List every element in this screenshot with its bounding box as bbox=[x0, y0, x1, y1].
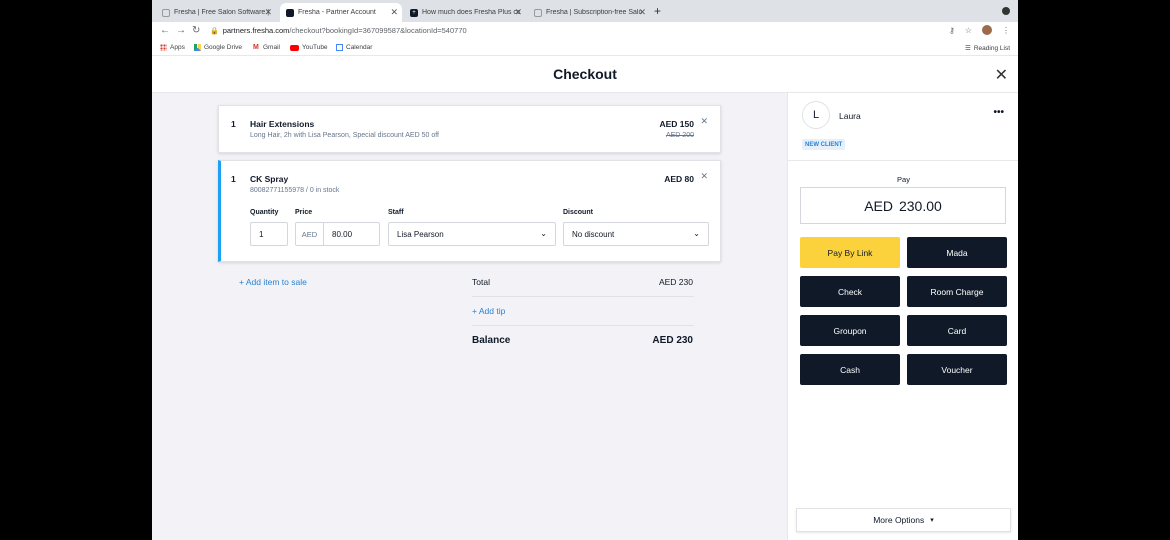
remove-item-icon[interactable]: ✕ bbox=[700, 171, 708, 182]
record-icon bbox=[1002, 7, 1010, 15]
new-client-badge: NEW CLIENT bbox=[802, 139, 846, 150]
pay-amount[interactable]: AED 230.00 bbox=[800, 187, 1006, 224]
payment-panel: L Laura ••• NEW CLIENT Pay AED 230.00 Pa… bbox=[787, 93, 1018, 540]
staff-select[interactable]: Lisa Pearson ⌄ bbox=[388, 222, 556, 246]
groupon-button[interactable]: Groupon bbox=[800, 315, 900, 346]
youtube-icon bbox=[290, 44, 299, 51]
chevron-down-icon: ▾ bbox=[930, 517, 934, 524]
divider bbox=[472, 296, 694, 297]
total-value: AED 230 bbox=[658, 277, 693, 287]
plus-favicon-icon: + bbox=[410, 8, 418, 17]
bookmark-gmail[interactable]: M Gmail bbox=[253, 44, 280, 51]
remove-item-icon[interactable]: ✕ bbox=[700, 116, 708, 127]
browser-tab[interactable]: Fresha | Subscription-free Salo ✕ bbox=[528, 3, 650, 22]
tab-close-icon[interactable]: ✕ bbox=[638, 7, 646, 18]
room-charge-button[interactable]: Room Charge bbox=[907, 276, 1007, 307]
discount-select[interactable]: No discount ⌄ bbox=[563, 222, 709, 246]
close-icon[interactable]: ✕ bbox=[995, 65, 1008, 85]
mada-button[interactable]: Mada bbox=[907, 237, 1007, 268]
browser-tab[interactable]: + How much does Fresha Plus co ✕ bbox=[404, 3, 526, 22]
gmail-icon: M bbox=[253, 44, 259, 51]
fresha-favicon-icon bbox=[286, 8, 294, 17]
quantity-label: Quantity bbox=[250, 209, 279, 216]
fresha-favicon-icon bbox=[162, 8, 170, 17]
checkout-header: Checkout ✕ bbox=[152, 57, 1018, 93]
item-name: Hair Extensions bbox=[250, 119, 315, 129]
bookmark-apps[interactable]: Apps bbox=[160, 44, 185, 51]
pay-by-link-button[interactable]: Pay By Link bbox=[800, 237, 900, 268]
bookmarks-bar: Apps Google Drive M Gmail YouTube Calend… bbox=[152, 40, 1018, 56]
client-menu-icon[interactable]: ••• bbox=[993, 107, 1004, 118]
checkout-app: Checkout ✕ 1 Hair Extensions Long Hair, … bbox=[152, 57, 1018, 540]
cart-item-hair-extensions[interactable]: 1 Hair Extensions Long Hair, 2h with Lis… bbox=[218, 105, 721, 153]
fresha-favicon-icon bbox=[534, 8, 542, 17]
item-name: CK Spray bbox=[250, 174, 289, 184]
google-drive-icon bbox=[194, 44, 201, 51]
voucher-button[interactable]: Voucher bbox=[907, 354, 1007, 385]
item-description: 80082771155978 / 0 in stock bbox=[250, 187, 340, 194]
browser-tab-active[interactable]: Fresha - Partner Account ✕ bbox=[280, 3, 402, 22]
tab-close-icon[interactable]: ✕ bbox=[390, 7, 398, 18]
chevron-down-icon: ⌄ bbox=[693, 229, 700, 238]
currency-prefix: AED bbox=[296, 223, 324, 245]
divider bbox=[472, 325, 694, 326]
check-button[interactable]: Check bbox=[800, 276, 900, 307]
bookmark-youtube[interactable]: YouTube bbox=[290, 44, 328, 51]
bookmark-calendar[interactable]: Calendar bbox=[336, 44, 372, 51]
reading-list[interactable]: ☰ Reading List bbox=[965, 44, 1010, 53]
item-price: AED 150 bbox=[659, 119, 695, 129]
apps-grid-icon bbox=[160, 44, 167, 51]
item-quantity: 1 bbox=[231, 119, 236, 129]
browser-window: Fresha | Free Salon Software | ✕ Fresha … bbox=[152, 0, 1018, 540]
lock-icon: 🔒 bbox=[210, 28, 219, 35]
cash-button[interactable]: Cash bbox=[800, 354, 900, 385]
card-button[interactable]: Card bbox=[907, 315, 1007, 346]
tab-close-icon[interactable]: ✕ bbox=[514, 7, 522, 18]
item-quantity: 1 bbox=[231, 174, 236, 184]
bookmark-google-drive[interactable]: Google Drive bbox=[194, 44, 242, 51]
reading-list-icon: ☰ bbox=[965, 45, 971, 52]
tab-bar: Fresha | Free Salon Software | ✕ Fresha … bbox=[152, 0, 1018, 22]
staff-label: Staff bbox=[388, 209, 404, 216]
url-field[interactable]: 🔒 partners.fresha.com/checkout?bookingId=… bbox=[210, 26, 467, 35]
browser-tab[interactable]: Fresha | Free Salon Software | ✕ bbox=[156, 3, 276, 22]
profile-avatar[interactable] bbox=[982, 25, 992, 35]
cart-panel: 1 Hair Extensions Long Hair, 2h with Lis… bbox=[152, 93, 787, 540]
item-original-price: AED 200 bbox=[665, 132, 694, 139]
pay-label: Pay bbox=[897, 175, 910, 184]
client-name[interactable]: Laura bbox=[839, 111, 861, 121]
add-item-to-sale-link[interactable]: + Add item to sale bbox=[239, 277, 307, 287]
address-bar: ← → ↻ 🔒 partners.fresha.com/checkout?book… bbox=[152, 22, 1018, 40]
tab-close-icon[interactable]: ✕ bbox=[264, 7, 272, 18]
item-description: Long Hair, 2h with Lisa Pearson, Special… bbox=[250, 132, 439, 139]
calendar-icon bbox=[336, 44, 343, 51]
kebab-menu-icon[interactable]: ⋮ bbox=[1002, 26, 1010, 35]
forward-icon[interactable]: → bbox=[176, 25, 186, 36]
client-avatar[interactable]: L bbox=[802, 101, 830, 129]
address-bar-actions: ⚷ ☆ ⋮ bbox=[949, 25, 1010, 35]
balance-label: Balance bbox=[472, 335, 511, 346]
new-tab-icon[interactable]: + bbox=[654, 4, 661, 18]
reload-icon[interactable]: ↻ bbox=[192, 25, 200, 36]
divider bbox=[788, 160, 1018, 161]
cart-item-ck-spray[interactable]: 1 CK Spray 80082771155978 / 0 in stock A… bbox=[218, 160, 721, 262]
more-options-button[interactable]: More Options ▾ bbox=[796, 508, 1011, 532]
price-label: Price bbox=[295, 209, 313, 216]
price-input[interactable]: AED 80.00 bbox=[295, 222, 380, 246]
star-icon[interactable]: ☆ bbox=[965, 26, 972, 35]
balance-value: AED 230 bbox=[652, 335, 693, 346]
key-icon[interactable]: ⚷ bbox=[949, 26, 955, 35]
item-price: AED 80 bbox=[664, 174, 694, 184]
page-title: Checkout bbox=[553, 66, 617, 82]
discount-label: Discount bbox=[563, 209, 593, 216]
chevron-down-icon: ⌄ bbox=[540, 229, 547, 238]
add-tip-link[interactable]: + Add tip bbox=[472, 306, 505, 316]
total-label: Total bbox=[472, 277, 490, 287]
quantity-input[interactable]: 1 bbox=[250, 222, 288, 246]
back-icon[interactable]: ← bbox=[160, 25, 170, 36]
